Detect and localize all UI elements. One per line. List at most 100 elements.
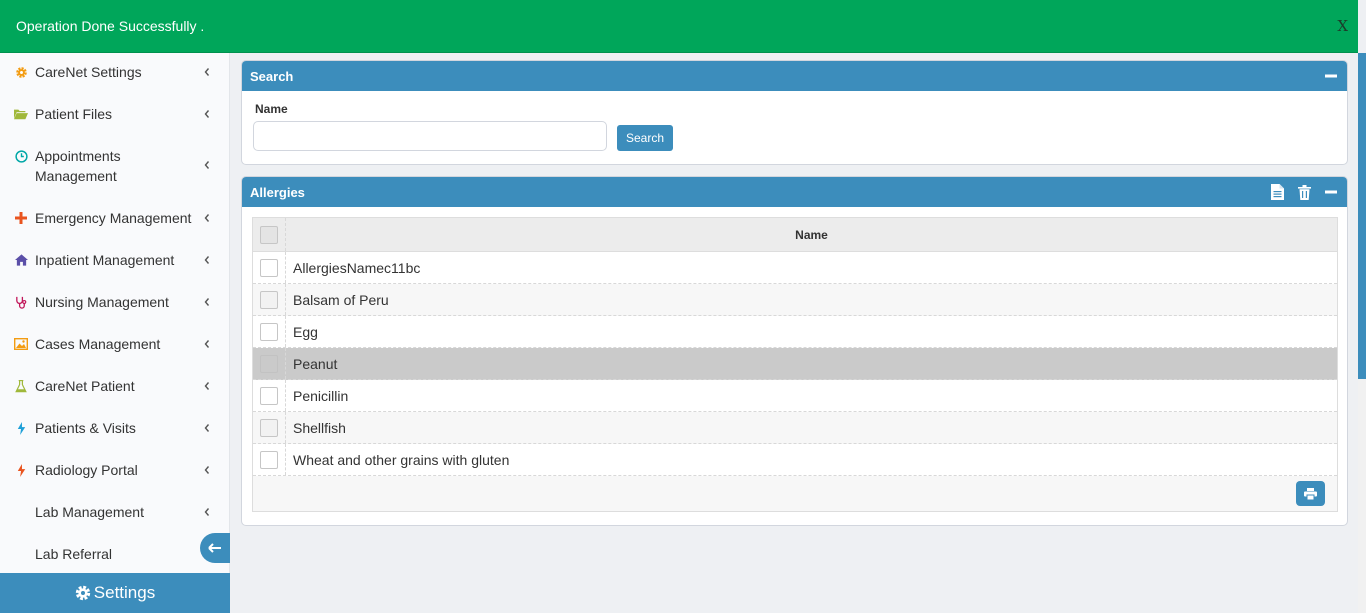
table-row[interactable]: AllergiesNamec11bc [253, 252, 1337, 284]
row-name-cell: Egg [293, 323, 318, 340]
name-field-label: Name [255, 102, 288, 116]
folder-open-icon [14, 107, 28, 121]
select-all-checkbox[interactable] [260, 225, 278, 244]
sidebar-item-label: CareNet Patient [35, 378, 135, 394]
blank-icon [14, 547, 28, 561]
table-row-selected[interactable]: Peanut [253, 348, 1337, 380]
minus-icon [1325, 74, 1337, 78]
row-checkbox[interactable] [260, 418, 278, 437]
chevron-left-icon [204, 508, 210, 516]
success-toast: Operation Done Successfully . X [0, 0, 1358, 53]
sidebar-item-label: Inpatient Management [35, 252, 175, 268]
print-button[interactable] [1296, 481, 1325, 506]
sidebar-item-label: Radiology Portal [35, 462, 138, 478]
allergies-panel-header: Allergies [242, 177, 1347, 207]
sidebar-item-radiology[interactable]: Radiology Portal [0, 449, 230, 491]
sidebar-item-label: Patients & Visits [35, 420, 136, 436]
sidebar-item-lab-management[interactable]: Lab Management [0, 491, 230, 533]
row-name-cell: Wheat and other grains with gluten [293, 451, 510, 468]
chevron-left-icon [204, 466, 210, 474]
arrow-left-icon [208, 543, 221, 553]
sidebar-item-label: Lab Referral [35, 546, 113, 562]
file-text-icon [1271, 184, 1284, 200]
collapse-allergies-button[interactable] [1325, 186, 1337, 198]
chevron-left-icon [204, 110, 210, 118]
grid-header-row: Name [253, 218, 1337, 252]
allergies-panel: Allergies Name AllergiesNamec11bc Balsam… [241, 176, 1348, 526]
page-scrollbar-thumb[interactable] [1358, 53, 1366, 379]
flask-icon [14, 379, 28, 393]
image-icon [14, 337, 28, 351]
allergies-grid: Name AllergiesNamec11bc Balsam of Peru E… [252, 217, 1338, 512]
column-header-name[interactable]: Name [286, 218, 1337, 251]
table-row[interactable]: Egg [253, 316, 1337, 348]
sidebar-item-label: Nursing Management [35, 294, 169, 310]
sidebar-item-patients-visits[interactable]: Patients & Visits [0, 407, 230, 449]
chevron-left-icon [204, 340, 210, 348]
chevron-left-icon [204, 256, 210, 264]
row-checkbox[interactable] [260, 450, 278, 469]
chevron-left-icon [204, 424, 210, 432]
sidebar-item-lab-referral[interactable]: Lab Referral [0, 533, 230, 575]
bolt-icon [14, 463, 28, 477]
row-checkbox[interactable] [260, 322, 278, 341]
sidebar-item-label: Lab Management [35, 504, 144, 520]
sidebar-item-patient-files[interactable]: Patient Files [0, 93, 230, 135]
gear-icon [75, 585, 90, 601]
row-name-cell: AllergiesNamec11bc [293, 259, 421, 276]
chevron-left-icon [204, 214, 210, 222]
search-button[interactable]: Search [617, 125, 673, 151]
delete-button[interactable] [1298, 184, 1311, 200]
sidebar-item-appointments[interactable]: Appointments Management [0, 137, 230, 193]
search-panel: Search Name Search [241, 60, 1348, 165]
row-name-cell: Balsam of Peru [293, 291, 389, 308]
sidebar-item-nursing[interactable]: Nursing Management [0, 281, 230, 323]
sidebar-item-carenet-patient[interactable]: CareNet Patient [0, 365, 230, 407]
table-row[interactable]: Shellfish [253, 412, 1337, 444]
bolt-icon [14, 421, 28, 435]
row-checkbox[interactable] [260, 258, 278, 277]
row-checkbox[interactable] [260, 386, 278, 405]
toast-message: Operation Done Successfully . [16, 18, 205, 34]
settings-label: Settings [93, 583, 156, 602]
chevron-left-icon [204, 68, 210, 76]
table-row[interactable]: Wheat and other grains with gluten [253, 444, 1337, 476]
sidebar-item-label: CareNet Settings [35, 64, 142, 80]
toast-close-button[interactable]: X [1337, 17, 1348, 35]
sidebar-item-emergency[interactable]: Emergency Management [0, 197, 230, 239]
sidebar-item-label: Patient Files [35, 106, 113, 122]
row-name-cell: Penicillin [293, 387, 349, 404]
settings-button[interactable]: Settings [0, 573, 230, 613]
trash-icon [1298, 184, 1311, 200]
minus-icon [1325, 190, 1337, 194]
new-document-button[interactable] [1271, 184, 1284, 200]
sidebar-collapse-button[interactable] [200, 533, 230, 563]
sidebar-item-inpatient[interactable]: Inpatient Management [0, 239, 230, 281]
chevron-left-icon [204, 382, 210, 390]
sidebar-item-label: Cases Management [35, 336, 161, 352]
search-panel-header: Search [242, 61, 1347, 91]
row-checkbox[interactable] [260, 354, 278, 373]
chevron-left-icon [204, 161, 210, 169]
sidebar-item-carenet-settings[interactable]: CareNet Settings [0, 53, 230, 91]
search-panel-title: Search [250, 68, 294, 84]
stethoscope-icon [14, 295, 28, 309]
row-name-cell: Peanut [293, 355, 338, 372]
table-row[interactable]: Balsam of Peru [253, 284, 1337, 316]
row-checkbox[interactable] [260, 290, 278, 309]
row-name-cell: Shellfish [293, 419, 346, 436]
sidebar-item-cases[interactable]: Cases Management [0, 323, 230, 365]
blank-icon [14, 505, 28, 519]
chevron-left-icon [204, 298, 210, 306]
collapse-search-button[interactable] [1325, 70, 1337, 82]
print-icon [1304, 487, 1317, 500]
sidebar-item-label: Appointments Management [35, 148, 121, 184]
table-row[interactable]: Penicillin [253, 380, 1337, 412]
gear-icon [14, 65, 28, 79]
grid-footer [253, 476, 1337, 511]
name-search-input[interactable] [253, 121, 607, 151]
allergies-panel-title: Allergies [250, 184, 305, 200]
plus-icon [14, 211, 28, 225]
sidebar-item-label: Emergency Management [35, 210, 192, 226]
home-icon [14, 253, 28, 267]
